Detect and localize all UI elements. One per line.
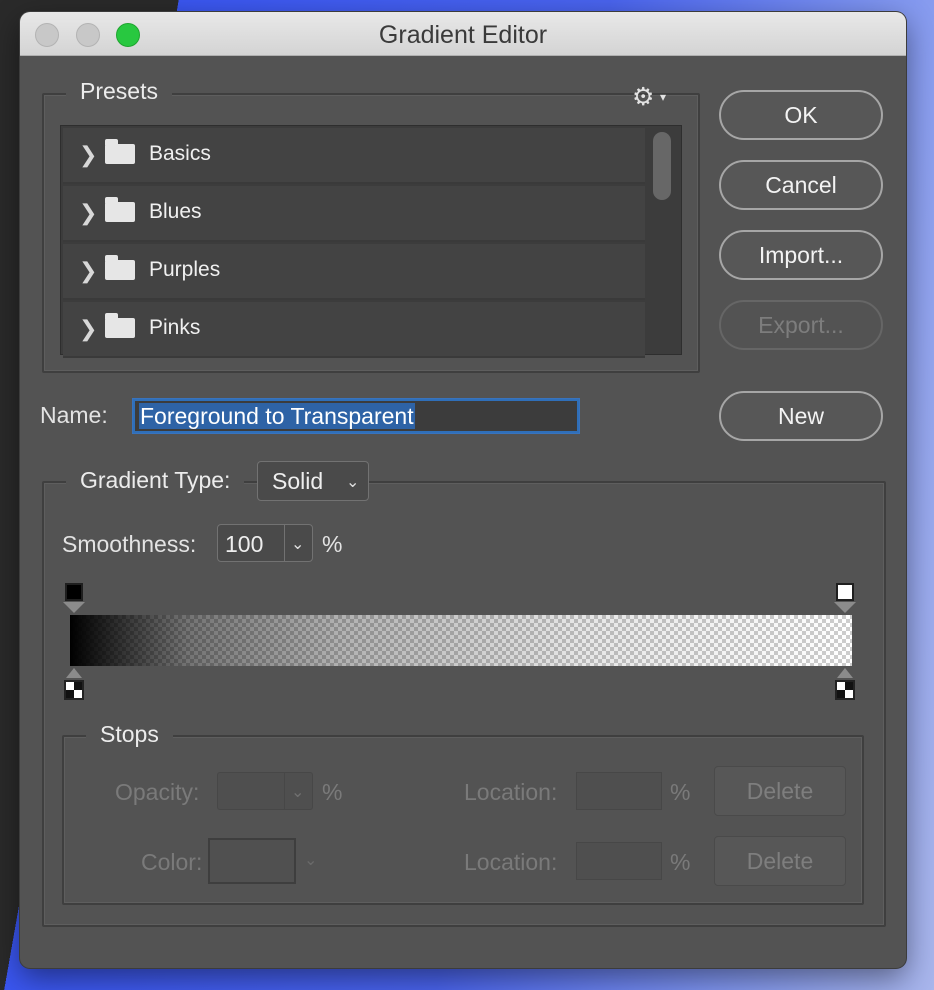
color-location-unit: %: [670, 849, 691, 875]
stepper-divider: [284, 525, 285, 561]
chevron-down-icon: ⌄: [346, 474, 360, 491]
opacity-location-input[interactable]: [576, 772, 662, 810]
gradient-type-select[interactable]: Solid ⌄: [257, 461, 369, 501]
preset-folder-blues[interactable]: ❯ Blues: [63, 186, 645, 242]
smoothness-label: Smoothness:: [62, 531, 197, 557]
import-button[interactable]: Import...: [719, 230, 883, 280]
name-label: Name:: [40, 402, 108, 428]
opacity-label: Opacity:: [115, 779, 200, 805]
delete-color-stop-button[interactable]: Delete: [714, 836, 846, 886]
smoothness-unit: %: [322, 531, 343, 557]
gradient-type-label: Gradient Type:: [66, 467, 245, 494]
stepper-divider: [284, 773, 285, 809]
presets-scrollbar[interactable]: [649, 128, 677, 350]
smoothness-stepper[interactable]: 100 ⌄: [217, 524, 313, 562]
opacity-stop-left[interactable]: [65, 583, 83, 601]
export-button[interactable]: Export...: [719, 300, 883, 350]
opacity-stop-left-pointer[interactable]: [63, 602, 85, 613]
chevron-down-icon[interactable]: ⌄: [291, 534, 304, 554]
preset-folder-purples[interactable]: ❯ Purples: [63, 244, 645, 300]
gradient-type-value: Solid: [272, 468, 324, 494]
ok-button[interactable]: OK: [719, 90, 883, 140]
title-bar: Gradient Editor: [20, 12, 906, 56]
color-stop-left-pointer[interactable]: [66, 668, 82, 678]
preset-folder-label: Basics: [149, 142, 211, 165]
chevron-down-icon: ⌄: [291, 784, 305, 801]
folder-icon: [105, 255, 135, 280]
opacity-location-unit: %: [670, 779, 691, 805]
color-swatch[interactable]: [208, 838, 296, 884]
new-button[interactable]: New: [719, 391, 883, 441]
scrollbar-thumb[interactable]: [653, 132, 671, 200]
preset-folder-label: Purples: [149, 258, 221, 281]
gradient-preview-bar[interactable]: [70, 615, 852, 666]
color-location-input[interactable]: [576, 842, 662, 880]
chevron-right-icon[interactable]: ❯: [79, 316, 97, 342]
color-label: Color:: [141, 849, 203, 875]
preset-folder-label: Pinks: [149, 316, 201, 339]
opacity-unit: %: [322, 779, 343, 805]
chevron-right-icon[interactable]: ❯: [79, 258, 97, 284]
color-stop-right-pointer[interactable]: [837, 668, 853, 678]
opacity-stepper[interactable]: ⌄: [217, 772, 313, 810]
folder-icon: [105, 313, 135, 338]
folder-icon: [105, 139, 135, 164]
stops-legend: Stops: [86, 721, 173, 748]
cancel-button[interactable]: Cancel: [719, 160, 883, 210]
preset-folder-basics[interactable]: ❯ Basics: [63, 128, 645, 184]
delete-opacity-stop-button[interactable]: Delete: [714, 766, 846, 816]
chevron-right-icon[interactable]: ❯: [79, 142, 97, 168]
caret-down-icon[interactable]: ▾: [660, 90, 666, 104]
gear-icon[interactable]: ⚙: [632, 82, 654, 112]
name-input-value: Foreground to Transparent: [139, 403, 415, 429]
folder-icon: [105, 197, 135, 222]
smoothness-value: 100: [225, 531, 264, 557]
window-title: Gradient Editor: [378, 21, 548, 49]
color-stop-left[interactable]: [64, 680, 84, 700]
name-input[interactable]: Foreground to Transparent: [133, 399, 579, 433]
chevron-down-icon[interactable]: ⌄: [304, 850, 317, 870]
opacity-location-label: Location:: [464, 779, 558, 805]
opacity-stop-right[interactable]: [836, 583, 854, 601]
gradient-editor-window: Gradient Editor Presets ⚙ ▾ ❯ Basics ❯ B…: [20, 12, 906, 968]
color-stop-right[interactable]: [835, 680, 855, 700]
color-location-label: Location:: [464, 849, 558, 875]
presets-legend: Presets: [66, 78, 172, 105]
presets-list: ❯ Basics ❯ Blues ❯ Purples ❯ Pinks: [60, 125, 682, 358]
preset-folder-pinks[interactable]: ❯ Pinks: [63, 302, 645, 358]
opacity-stop-right-pointer[interactable]: [834, 602, 856, 613]
preset-folder-label: Blues: [149, 200, 202, 223]
chevron-right-icon[interactable]: ❯: [79, 200, 97, 226]
